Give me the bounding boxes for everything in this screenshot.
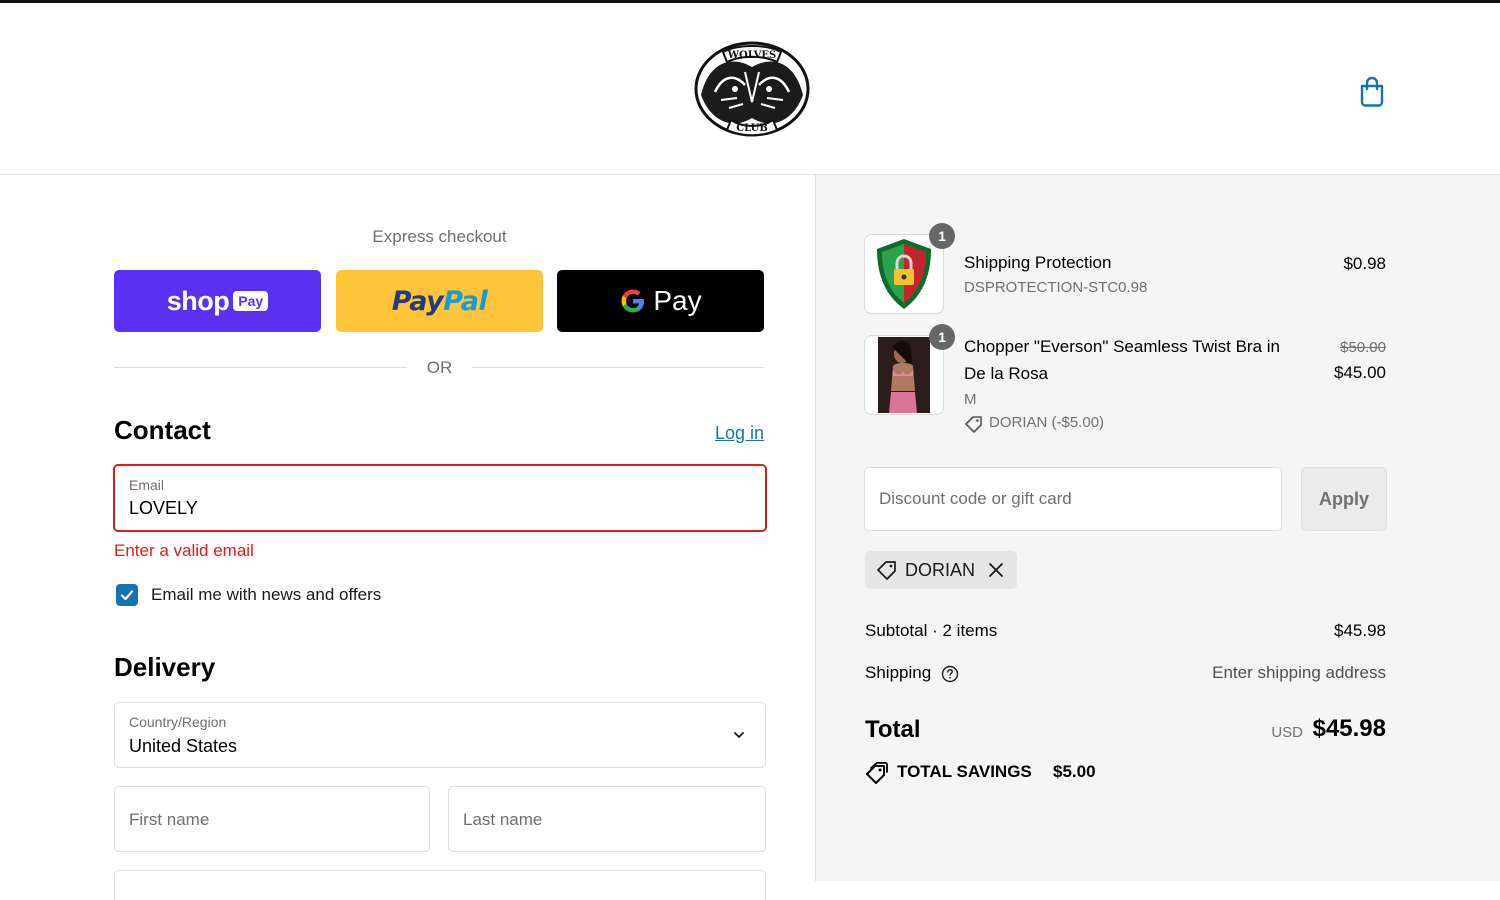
svg-text:WOLVES: WOLVES (727, 50, 776, 61)
item-price: $45.00 (1334, 363, 1386, 382)
email-value: LOVELY (129, 498, 198, 518)
svg-text:CLUB: CLUB (736, 123, 768, 134)
order-summary: 1 Shipping Protection DSPROTECTION-STC0.… (815, 175, 1500, 881)
item-title-line-1: Chopper "Everson" Seamless Twist Bra in (964, 337, 1281, 356)
remove-discount-close-icon[interactable] (988, 562, 1004, 578)
contact-heading: Contact (114, 415, 211, 445)
total-savings-value: $5.00 (1053, 762, 1096, 781)
shipping-protection-thumbnail: 1 (864, 223, 955, 314)
item-original-price: $50.00 (1340, 339, 1386, 356)
google-pay-button[interactable]: Pay (557, 270, 764, 332)
newsletter-checkbox[interactable] (116, 584, 138, 606)
tag-icon (965, 416, 982, 433)
last-name-placeholder: Last name (463, 810, 543, 829)
newsletter-label: Email me with news and offers (151, 585, 382, 604)
site-header: WOLVES CLUB (0, 3, 1500, 175)
tag-icon (877, 561, 896, 580)
google-pay-wordmark: Pay (653, 285, 702, 316)
discount-code-placeholder: Discount code or gift card (879, 489, 1072, 508)
email-error-message: Enter a valid email (114, 541, 254, 560)
discount-code-input[interactable]: Discount code or gift card (864, 467, 1282, 531)
check-icon (120, 590, 134, 601)
email-label: Email (129, 477, 165, 493)
checkout-form: Express checkout shop Pay PayPal Pay OR … (0, 175, 815, 900)
item-variant: M (964, 391, 977, 408)
shop-pay-badge: Pay (233, 291, 269, 311)
savings-tags-icon (866, 762, 888, 784)
item-title: Shipping Protection (964, 253, 1112, 272)
applied-discount-code: DORIAN (905, 560, 976, 580)
company-field[interactable] (114, 870, 766, 900)
item-sku: DSPROTECTION-STC0.98 (964, 279, 1148, 296)
country-value: United States (129, 736, 238, 756)
item-title-line-2: De la Rosa (964, 364, 1049, 383)
shop-pay-wordmark: shop (166, 285, 230, 316)
shipping-value: Enter shipping address (1212, 663, 1386, 682)
first-name-field[interactable]: First name (114, 786, 430, 852)
item-quantity-badge: 1 (929, 324, 955, 350)
or-divider: OR (114, 357, 765, 377)
wolves-club-logo[interactable]: WOLVES CLUB (693, 40, 811, 138)
total-savings-label: TOTAL SAVINGS (897, 762, 1032, 781)
subtotal-value: $45.98 (1334, 621, 1386, 640)
express-checkout-title: Express checkout (372, 227, 507, 246)
shield-lock-icon (877, 239, 931, 309)
item-discount: DORIAN (-$5.00) (989, 414, 1105, 431)
shopping-bag-icon[interactable] (1357, 75, 1387, 107)
apply-discount-button[interactable]: Apply (1301, 467, 1387, 531)
delivery-heading: Delivery (114, 652, 216, 682)
subtotal-label: Subtotal · 2 items (865, 621, 998, 640)
or-text: OR (426, 358, 453, 377)
total-value: $45.98 (1312, 715, 1386, 742)
help-circle-icon[interactable] (941, 665, 959, 683)
shop-pay-button[interactable]: shop Pay (114, 270, 321, 332)
bra-product-thumbnail: 1 (864, 324, 955, 415)
total-label: Total (865, 716, 921, 743)
item-price: $0.98 (1343, 254, 1386, 273)
country-label: Country/Region (129, 714, 227, 730)
country-select[interactable]: Country/Region United States (114, 702, 766, 768)
product-photo (878, 337, 930, 413)
google-g-icon (621, 289, 645, 313)
log-in-link[interactable]: Log in (715, 423, 764, 444)
email-field[interactable]: Email LOVELY (113, 464, 767, 532)
applied-discount-chip: DORIAN (865, 551, 1017, 589)
total-currency: USD (1271, 724, 1303, 741)
chevron-down-icon (734, 732, 744, 739)
paypal-wordmark: PayPal (391, 285, 488, 317)
item-quantity-badge: 1 (929, 223, 955, 249)
first-name-placeholder: First name (129, 810, 210, 829)
paypal-button[interactable]: PayPal (336, 270, 543, 332)
shipping-label: Shipping (865, 663, 932, 682)
last-name-field[interactable]: Last name (448, 786, 766, 852)
